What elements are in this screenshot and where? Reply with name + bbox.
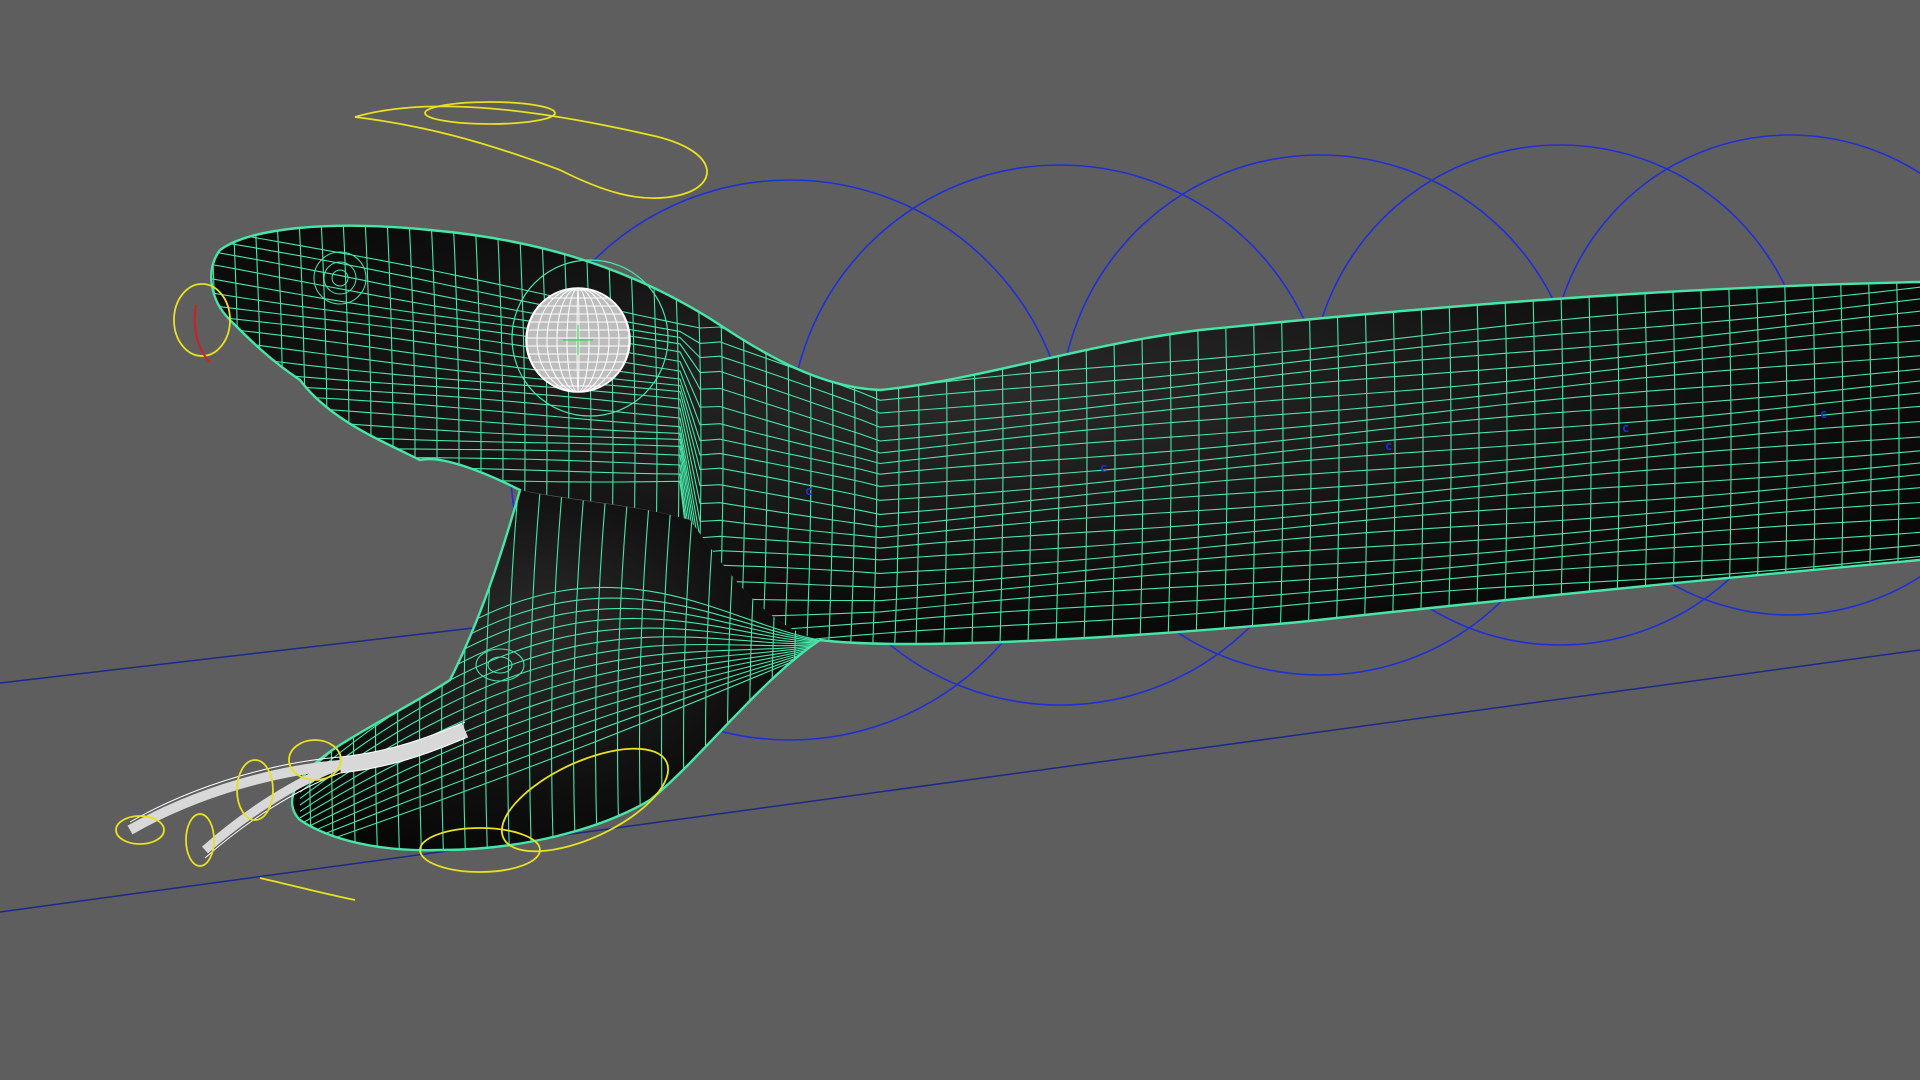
snout-selection-highlight <box>193 304 211 363</box>
snout-ctrl[interactable] <box>173 283 231 357</box>
chin-ik-curve[interactable] <box>259 877 356 901</box>
snake-body-mesh[interactable] <box>200 200 1920 870</box>
spine-cluster-label: c <box>1820 407 1827 421</box>
3d-viewport[interactable]: c c c c c <box>0 0 1920 1080</box>
spine-cluster-label: c <box>805 484 812 498</box>
viewport-canvas[interactable]: c c c c c <box>0 0 1920 1080</box>
spine-cluster-label: c <box>1622 421 1629 435</box>
head-ik-curve[interactable] <box>354 105 708 200</box>
snake-upper-shape[interactable] <box>211 225 1920 644</box>
spine-cluster-label: c <box>1100 461 1107 475</box>
ground-line-front <box>0 649 1920 913</box>
spine-cluster-label: c <box>1385 439 1392 453</box>
